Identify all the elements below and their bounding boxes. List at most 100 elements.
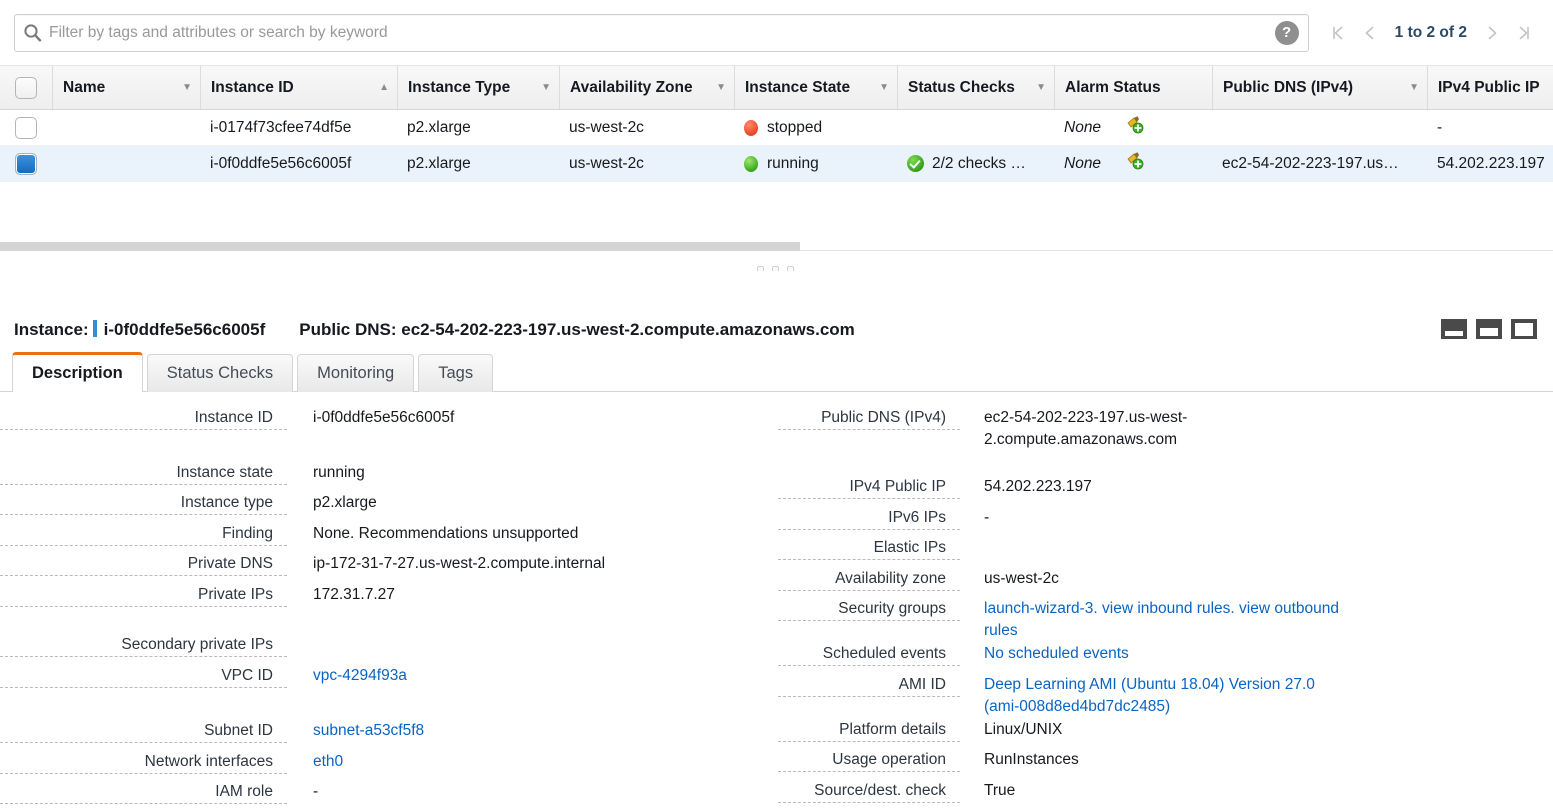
cell-availability-zone: us-west-2c <box>569 154 644 172</box>
column-header-instance-type[interactable]: Instance Type ▼ <box>397 66 559 109</box>
pagination-last-button[interactable] <box>1509 17 1539 49</box>
tab-description[interactable]: Description <box>12 352 143 393</box>
detail-value: True <box>984 781 1016 799</box>
column-header-instance-id[interactable]: Instance ID ▲ <box>200 66 397 109</box>
pagination-prev-button[interactable] <box>1355 17 1385 49</box>
column-header-name[interactable]: Name ▼ <box>52 66 200 109</box>
description-panel: Instance ID i-0f0ddfe5e56c6005f Instance… <box>0 392 1553 809</box>
detail-row-finding: Finding None. Recommendations unsupporte… <box>0 522 778 553</box>
help-icon: ? <box>1274 20 1299 45</box>
select-all-cell[interactable] <box>0 66 52 109</box>
detail-label: Source/dest. check <box>778 779 960 803</box>
detail-value-link[interactable]: vpc-4294f93a <box>287 664 778 687</box>
pagination-next-button[interactable] <box>1477 17 1507 49</box>
detail-label: Usage operation <box>778 748 960 772</box>
row-select-cell[interactable] <box>0 110 52 145</box>
help-button[interactable]: ? <box>1272 18 1302 48</box>
header-separator-bar <box>92 320 97 337</box>
panel-size-small-button[interactable] <box>1441 319 1467 339</box>
row-checkbox[interactable] <box>15 116 37 139</box>
column-label: Instance ID <box>211 78 294 96</box>
create-alarm-icon[interactable] <box>1124 151 1204 176</box>
tab-status-checks[interactable]: Status Checks <box>146 354 294 392</box>
status-checks-label: 2/2 checks … <box>932 154 1026 172</box>
detail-row-source-dest-check: Source/dest. check True <box>778 779 1553 809</box>
chevron-down-icon[interactable]: ▼ <box>178 82 192 93</box>
detail-label: IPv4 Public IP <box>778 475 960 499</box>
panel-splitter <box>0 242 1553 308</box>
cell-name <box>52 110 200 145</box>
chevron-down-icon[interactable]: ▼ <box>875 82 889 93</box>
detail-value: - <box>984 508 990 526</box>
tab-monitoring[interactable]: Monitoring <box>297 354 415 392</box>
detail-label: IPv6 IPs <box>778 506 960 530</box>
column-header-alarm-status[interactable]: Alarm Status <box>1054 66 1212 109</box>
detail-row-network-interfaces: Network interfaces eth0 <box>0 750 778 781</box>
chevron-down-icon[interactable]: ▼ <box>537 82 551 93</box>
column-header-public-dns[interactable]: Public DNS (IPv4) ▼ <box>1212 66 1427 109</box>
detail-label: Security groups <box>778 597 960 621</box>
create-alarm-icon[interactable] <box>1124 115 1204 140</box>
cell-instance-id: i-0f0ddfe5e56c6005f <box>210 154 352 172</box>
table-row[interactable]: i-0174f73cfee74df5e p2.xlarge us-west-2c… <box>0 110 1553 146</box>
detail-value: running <box>313 463 365 481</box>
pagination-range-label: 1 to 2 of 2 <box>1394 23 1467 41</box>
detail-tabs: Description Status Checks Monitoring Tag… <box>0 350 1553 393</box>
chevron-down-icon[interactable]: ▼ <box>1032 82 1046 93</box>
column-label: Instance State <box>745 78 851 96</box>
detail-value: p2.xlarge <box>313 494 377 511</box>
pagination-first-button[interactable] <box>1323 17 1353 49</box>
detail-label: Instance type <box>0 491 287 515</box>
detail-value-link[interactable]: No scheduled events <box>960 642 1553 665</box>
cell-availability-zone: us-west-2c <box>569 118 644 136</box>
splitter-drag-handle[interactable] <box>757 266 794 271</box>
detail-row-platform-details: Platform details Linux/UNIX <box>778 718 1553 749</box>
detail-value: - <box>313 783 319 800</box>
detail-row-subnet-id: Subnet ID subnet-a53cf5f8 <box>0 719 778 750</box>
detail-column-right: Public DNS (IPv4) ec2-54-202-223-197.us-… <box>778 406 1553 809</box>
detail-row-instance-state: Instance state running <box>0 461 778 492</box>
horizontal-scrollbar-thumb[interactable] <box>0 242 800 251</box>
detail-value: i-0f0ddfe5e56c6005f <box>313 409 455 426</box>
column-label: Instance Type <box>408 78 511 96</box>
status-dot-running-icon <box>744 155 758 172</box>
detail-value-link[interactable]: eth0 <box>287 750 778 773</box>
status-check-ok-icon <box>907 155 924 172</box>
detail-value-link[interactable]: subnet-a53cf5f8 <box>287 719 778 742</box>
horizontal-scrollbar-track[interactable] <box>0 242 1553 251</box>
column-label: Status Checks <box>908 78 1015 96</box>
search-box[interactable]: ? <box>14 13 1309 52</box>
cell-instance-state: stopped <box>734 110 897 145</box>
column-header-ipv4-public-ip[interactable]: IPv4 Public IP <box>1427 66 1553 109</box>
drag-dot <box>757 266 764 271</box>
chevron-down-icon[interactable]: ▼ <box>712 82 726 93</box>
cell-instance-id: i-0174f73cfee74df5e <box>210 118 352 136</box>
column-header-instance-state[interactable]: Instance State ▼ <box>734 66 897 109</box>
row-checkbox[interactable] <box>15 152 37 175</box>
panel-size-large-button[interactable] <box>1511 319 1537 339</box>
select-all-checkbox[interactable] <box>15 76 37 99</box>
detail-value-link[interactable]: launch-wizard-3. view inbound rules. vie… <box>960 597 1340 642</box>
panel-size-medium-button[interactable] <box>1476 319 1502 339</box>
detail-row-usage-operation: Usage operation RunInstances <box>778 748 1553 779</box>
search-input[interactable] <box>49 14 1272 51</box>
pagination: 1 to 2 of 2 <box>1309 17 1545 49</box>
sort-ascending-icon[interactable]: ▲ <box>375 82 389 93</box>
detail-label: Platform details <box>778 718 960 742</box>
row-select-cell[interactable] <box>0 146 52 181</box>
column-header-status-checks[interactable]: Status Checks ▼ <box>897 66 1054 109</box>
column-label: Public DNS (IPv4) <box>1223 78 1354 96</box>
detail-label: AMI ID <box>778 673 960 697</box>
detail-value <box>287 633 778 634</box>
detail-column-left: Instance ID i-0f0ddfe5e56c6005f Instance… <box>0 406 778 809</box>
alarm-status-label: None <box>1064 154 1102 172</box>
detail-label: Elastic IPs <box>778 536 960 560</box>
detail-value: us-west-2c <box>984 569 1059 587</box>
detail-value-link[interactable]: Deep Learning AMI (Ubuntu 18.04) Version… <box>960 673 1340 718</box>
detail-label: Network interfaces <box>0 750 287 774</box>
tab-tags[interactable]: Tags <box>418 354 494 392</box>
column-header-availability-zone[interactable]: Availability Zone ▼ <box>559 66 734 109</box>
chevron-down-icon[interactable]: ▼ <box>1405 82 1419 93</box>
table-row[interactable]: i-0f0ddfe5e56c6005f p2.xlarge us-west-2c… <box>0 146 1553 182</box>
detail-row-private-ips: Private IPs 172.31.7.27 <box>0 583 778 614</box>
